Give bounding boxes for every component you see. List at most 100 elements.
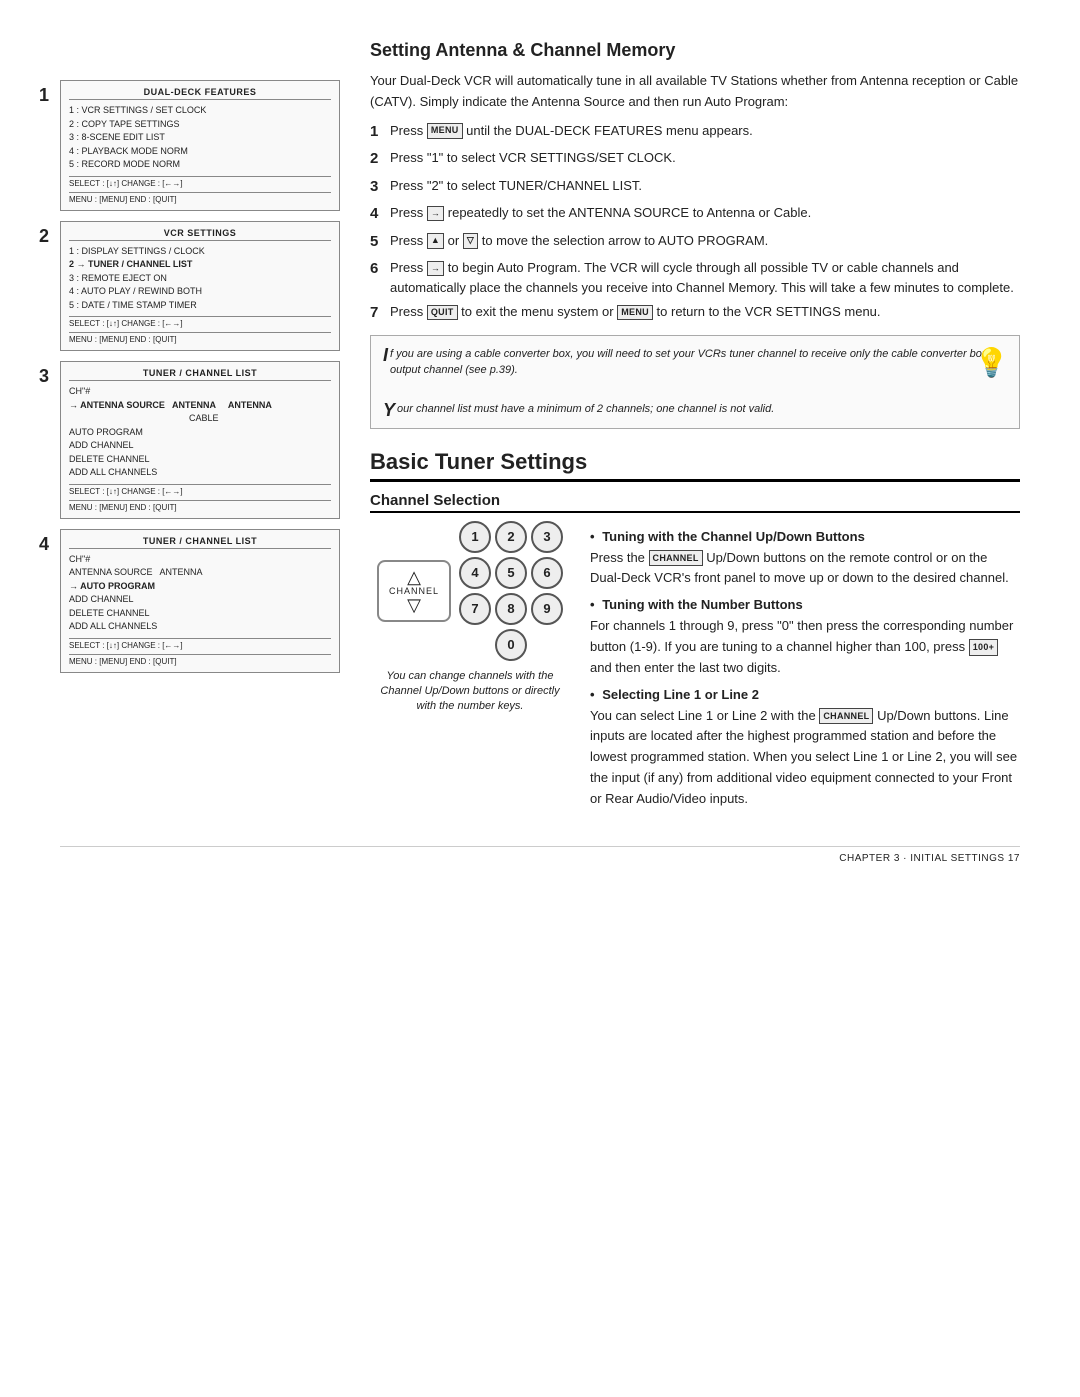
step-text: Press "2" to select TUNER/CHANNEL LIST. — [390, 176, 642, 196]
step-number: 3 — [370, 176, 384, 199]
step-7: 7 Press QUIT to exit the menu system or … — [370, 302, 1020, 325]
channel-pad-area: △ CHANNEL ▽ 1 2 3 — [370, 521, 570, 816]
menu-item: 3 : 8-SCENE EDIT LIST — [69, 131, 331, 145]
step-text: Press → repeatedly to set the ANTENNA SO… — [390, 203, 811, 223]
num-button-7[interactable]: 7 — [459, 593, 491, 625]
menu-footer-right: MENU : [MENU] END : [QUIT] — [69, 195, 177, 204]
quit-kbd: QUIT — [427, 305, 458, 321]
menu-item: CH"# — [69, 553, 331, 567]
tip-letter-i: I — [383, 346, 388, 364]
menu-kbd2: MENU — [617, 305, 653, 321]
step-text: Press → to begin Auto Program. The VCR w… — [390, 258, 1020, 297]
bullet-3-title: • Selecting Line 1 or Line 2 — [590, 687, 1020, 702]
num-row-2: 4 5 6 — [459, 557, 563, 589]
menu-kbd: MENU — [427, 123, 463, 139]
channel-up-arrow[interactable]: △ — [407, 568, 421, 586]
bullet-2-body: For channels 1 through 9, press "0" then… — [590, 616, 1020, 678]
num-button-6[interactable]: 6 — [531, 557, 563, 589]
menu-footer-left: SELECT : [↓↑] CHANGE : [←→] — [69, 487, 183, 496]
menu-screen-4: 4 TUNER / CHANNEL LIST CH"# ANTENNA SOUR… — [60, 529, 340, 673]
menu-item: 1 : DISPLAY SETTINGS / CLOCK — [69, 245, 331, 259]
menu-item: CABLE — [69, 412, 331, 426]
num-button-4[interactable]: 4 — [459, 557, 491, 589]
menu-title-4: TUNER / CHANNEL LIST — [69, 536, 331, 549]
bullet-3-body: You can select Line 1 or Line 2 with the… — [590, 706, 1020, 810]
menu-footer-left: SELECT : [↓↑] CHANGE : [←→] — [69, 179, 183, 188]
menu-item: ADD ALL CHANNELS — [69, 620, 331, 634]
menu-item: 3 : REMOTE EJECT ON — [69, 272, 331, 286]
tip-box: 💡 If you are using a cable converter box… — [370, 335, 1020, 429]
bullet-section: • Tuning with the Channel Up/Down Button… — [590, 521, 1020, 816]
menu-footer-left: SELECT : [↓↑] CHANGE : [←→] — [69, 641, 183, 650]
menu-item: DELETE CHANNEL — [69, 607, 331, 621]
number-grid: 1 2 3 4 5 6 7 — [459, 521, 563, 661]
channel-kbd2: CHANNEL — [819, 708, 873, 724]
step-number: 4 — [370, 203, 384, 226]
screen-number-1: 1 — [39, 85, 49, 106]
bullet-dot: • — [590, 597, 595, 612]
menu-item: 5 : DATE / TIME STAMP TIMER — [69, 299, 331, 313]
screen-number-2: 2 — [39, 226, 49, 247]
num-button-2[interactable]: 2 — [495, 521, 527, 553]
channel-kbd: CHANNEL — [649, 550, 703, 566]
menu-item: 4 : AUTO PLAY / REWIND BOTH — [69, 285, 331, 299]
section-title: Setting Antenna & Channel Memory — [370, 40, 1020, 61]
pad-and-arrows: △ CHANNEL ▽ 1 2 3 — [377, 521, 563, 661]
menu-title-2: VCR SETTINGS — [69, 228, 331, 241]
intro-text: Your Dual-Deck VCR will automatically tu… — [370, 71, 1020, 113]
menu-item: 2 : COPY TAPE SETTINGS — [69, 118, 331, 132]
basic-tuner-title: Basic Tuner Settings — [370, 449, 1020, 482]
step-text: Press QUIT to exit the menu system or ME… — [390, 302, 881, 322]
num-row-1: 1 2 3 — [459, 521, 563, 553]
menu-title-3: TUNER / CHANNEL LIST — [69, 368, 331, 381]
step-5: 5 Press ▲ or ▽ to move the selection arr… — [370, 231, 1020, 254]
menu-item: ADD CHANNEL — [69, 593, 331, 607]
100plus-kbd: 100+ — [969, 639, 998, 655]
tip-letter-y: Y — [383, 401, 395, 419]
channel-arrows: △ CHANNEL ▽ — [377, 560, 451, 622]
step-text: Press ▲ or ▽ to move the selection arrow… — [390, 231, 768, 251]
menu-item: CH"# — [69, 385, 331, 399]
num-button-3[interactable]: 3 — [531, 521, 563, 553]
num-button-1[interactable]: 1 — [459, 521, 491, 553]
bottom-layout: △ CHANNEL ▽ 1 2 3 — [370, 521, 1020, 816]
right-kbd: → — [427, 261, 444, 277]
menu-item: 5 : RECORD MODE NORM — [69, 158, 331, 172]
channel-pad: △ CHANNEL ▽ 1 2 3 — [370, 521, 570, 661]
step-text: Press "1" to select VCR SETTINGS/SET CLO… — [390, 148, 676, 168]
num-button-5[interactable]: 5 — [495, 557, 527, 589]
right-arrow-kbd: → — [427, 206, 444, 222]
menu-screen-1: 1 DUAL-DECK FEATURES 1 : VCR SETTINGS / … — [60, 80, 340, 211]
bullet-2-title: • Tuning with the Number Buttons — [590, 597, 1020, 612]
up-kbd: ▲ — [427, 233, 444, 249]
tip-text-2: Your channel list must have a minimum of… — [383, 401, 1007, 418]
step-number: 6 — [370, 258, 384, 281]
num-row-3: 7 8 9 — [459, 593, 563, 625]
right-column: Setting Antenna & Channel Memory Your Du… — [370, 40, 1020, 816]
screen-number-4: 4 — [39, 534, 49, 555]
menu-screen-2: 2 VCR SETTINGS 1 : DISPLAY SETTINGS / CL… — [60, 221, 340, 352]
step-number: 2 — [370, 148, 384, 171]
num-button-0[interactable]: 0 — [495, 629, 527, 661]
left-column: 1 DUAL-DECK FEATURES 1 : VCR SETTINGS / … — [60, 40, 340, 816]
step-number: 1 — [370, 121, 384, 144]
step-list: 1 Press MENU until the DUAL-DECK FEATURE… — [370, 121, 1020, 325]
menu-footer-right: MENU : [MENU] END : [QUIT] — [69, 503, 177, 512]
menu-title-1: DUAL-DECK FEATURES — [69, 87, 331, 100]
bullet-dot: • — [590, 687, 595, 702]
channel-down-arrow[interactable]: ▽ — [407, 596, 421, 614]
step-3: 3 Press "2" to select TUNER/CHANNEL LIST… — [370, 176, 1020, 199]
menu-footer-right: MENU : [MENU] END : [QUIT] — [69, 335, 177, 344]
screen-number-3: 3 — [39, 366, 49, 387]
menu-item: 4 : PLAYBACK MODE NORM — [69, 145, 331, 159]
num-button-9[interactable]: 9 — [531, 593, 563, 625]
step-4: 4 Press → repeatedly to set the ANTENNA … — [370, 203, 1020, 226]
menu-item: 1 : VCR SETTINGS / SET CLOCK — [69, 104, 331, 118]
menu-footer-right: MENU : [MENU] END : [QUIT] — [69, 657, 177, 666]
menu-item-selected: 2 → TUNER / CHANNEL LIST — [69, 258, 331, 272]
basic-tuner-section: Basic Tuner Settings Channel Selection △… — [370, 449, 1020, 816]
menu-footer-left: SELECT : [↓↑] CHANGE : [←→] — [69, 319, 183, 328]
menu-item: ANTENNA SOURCE ANTENNA — [69, 566, 331, 580]
down-kbd: ▽ — [463, 233, 478, 249]
num-button-8[interactable]: 8 — [495, 593, 527, 625]
